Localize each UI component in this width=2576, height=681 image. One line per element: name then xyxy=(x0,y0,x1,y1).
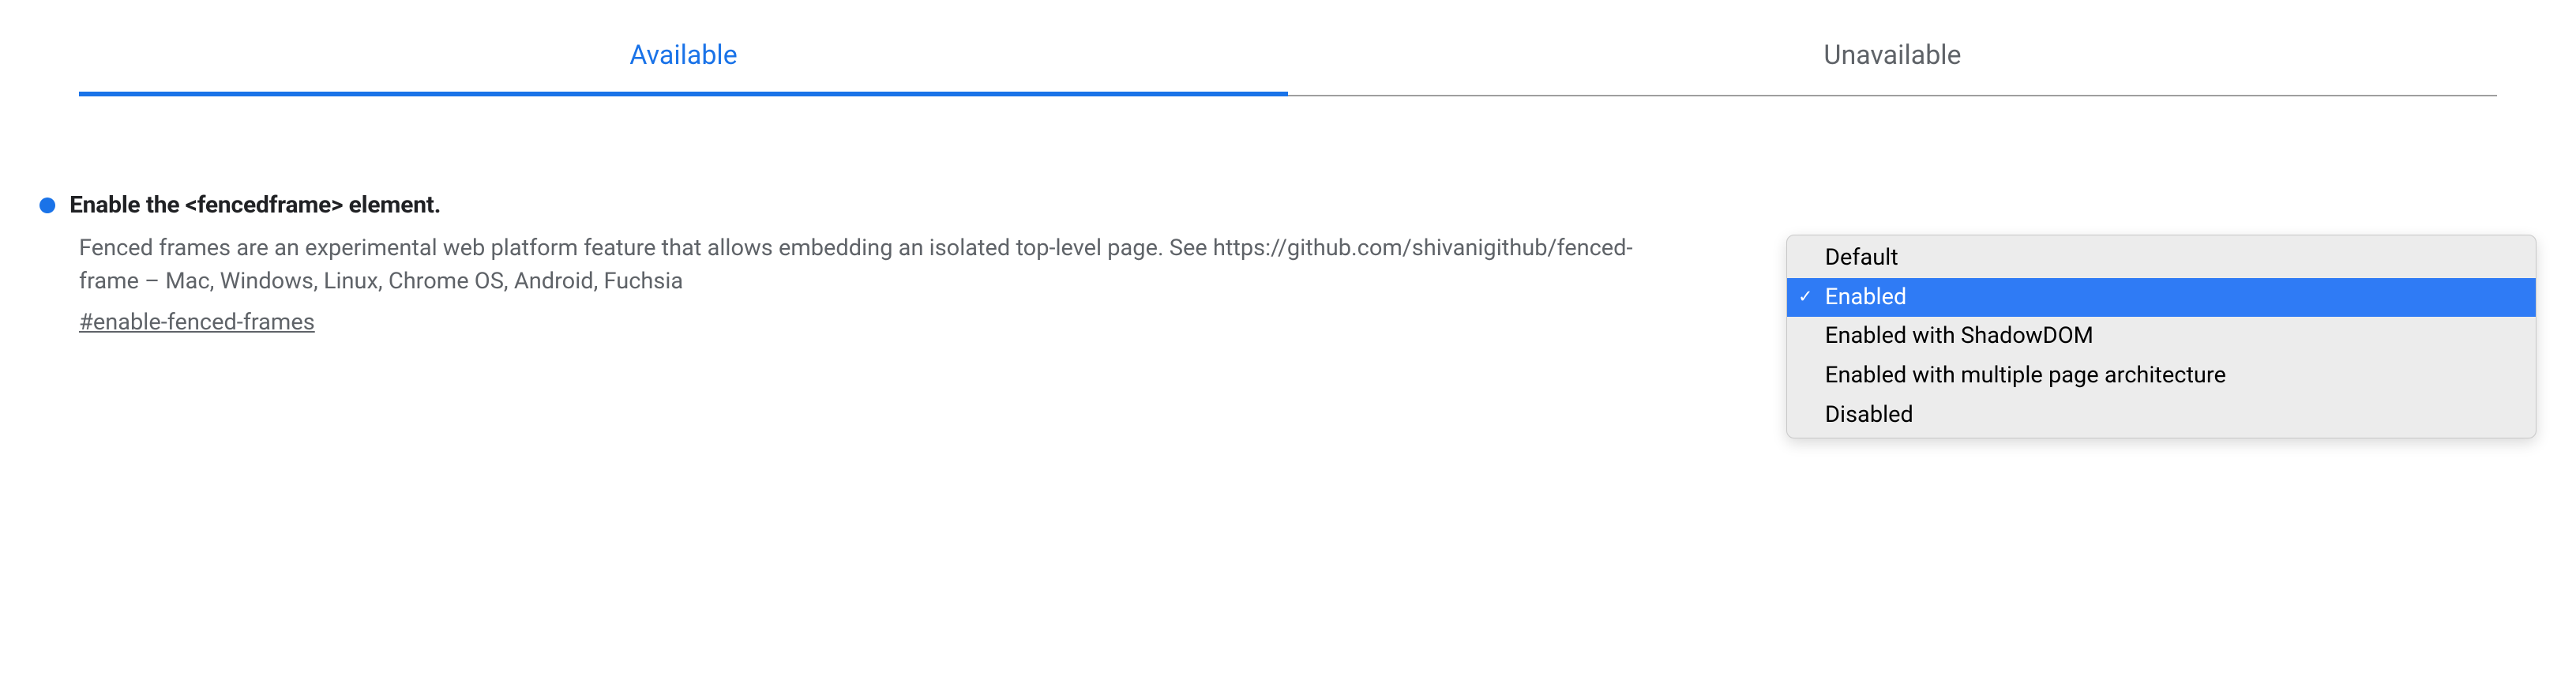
flag-anchor-link[interactable]: #enable-fenced-frames xyxy=(79,309,315,336)
tab-unavailable-label: Unavailable xyxy=(1823,40,1961,71)
flag-item: Enable the <fencedframe> element. Fenced… xyxy=(39,191,2537,336)
tab-available[interactable]: Available xyxy=(79,16,1288,95)
dropdown-option-enabled-multiple-page[interactable]: Enabled with multiple page architecture xyxy=(1787,356,2536,396)
dropdown-option-label: Enabled xyxy=(1825,284,1906,310)
dropdown-option-default[interactable]: Default xyxy=(1787,239,2536,278)
dropdown-option-disabled[interactable]: Disabled xyxy=(1787,396,2536,435)
modified-indicator-icon xyxy=(39,198,55,213)
flag-state-dropdown[interactable]: Default Enabled Enabled with ShadowDOM E… xyxy=(1786,235,2537,438)
dropdown-option-enabled[interactable]: Enabled xyxy=(1787,278,2536,318)
flag-header: Enable the <fencedframe> element. xyxy=(39,191,2537,219)
flag-description: Fenced frames are an experimental web pl… xyxy=(79,231,1666,298)
tab-unavailable[interactable]: Unavailable xyxy=(1288,16,2497,95)
dropdown-option-label: Enabled with ShadowDOM xyxy=(1825,322,2093,349)
dropdown-option-label: Enabled with multiple page architecture xyxy=(1825,362,2226,389)
tab-available-label: Available xyxy=(629,40,737,71)
dropdown-option-label: Disabled xyxy=(1825,401,1913,428)
tabs-bar: Available Unavailable xyxy=(79,16,2497,96)
dropdown-option-label: Default xyxy=(1825,244,1898,271)
flag-title: Enable the <fencedframe> element. xyxy=(69,191,441,219)
dropdown-option-enabled-shadowdom[interactable]: Enabled with ShadowDOM xyxy=(1787,317,2536,356)
